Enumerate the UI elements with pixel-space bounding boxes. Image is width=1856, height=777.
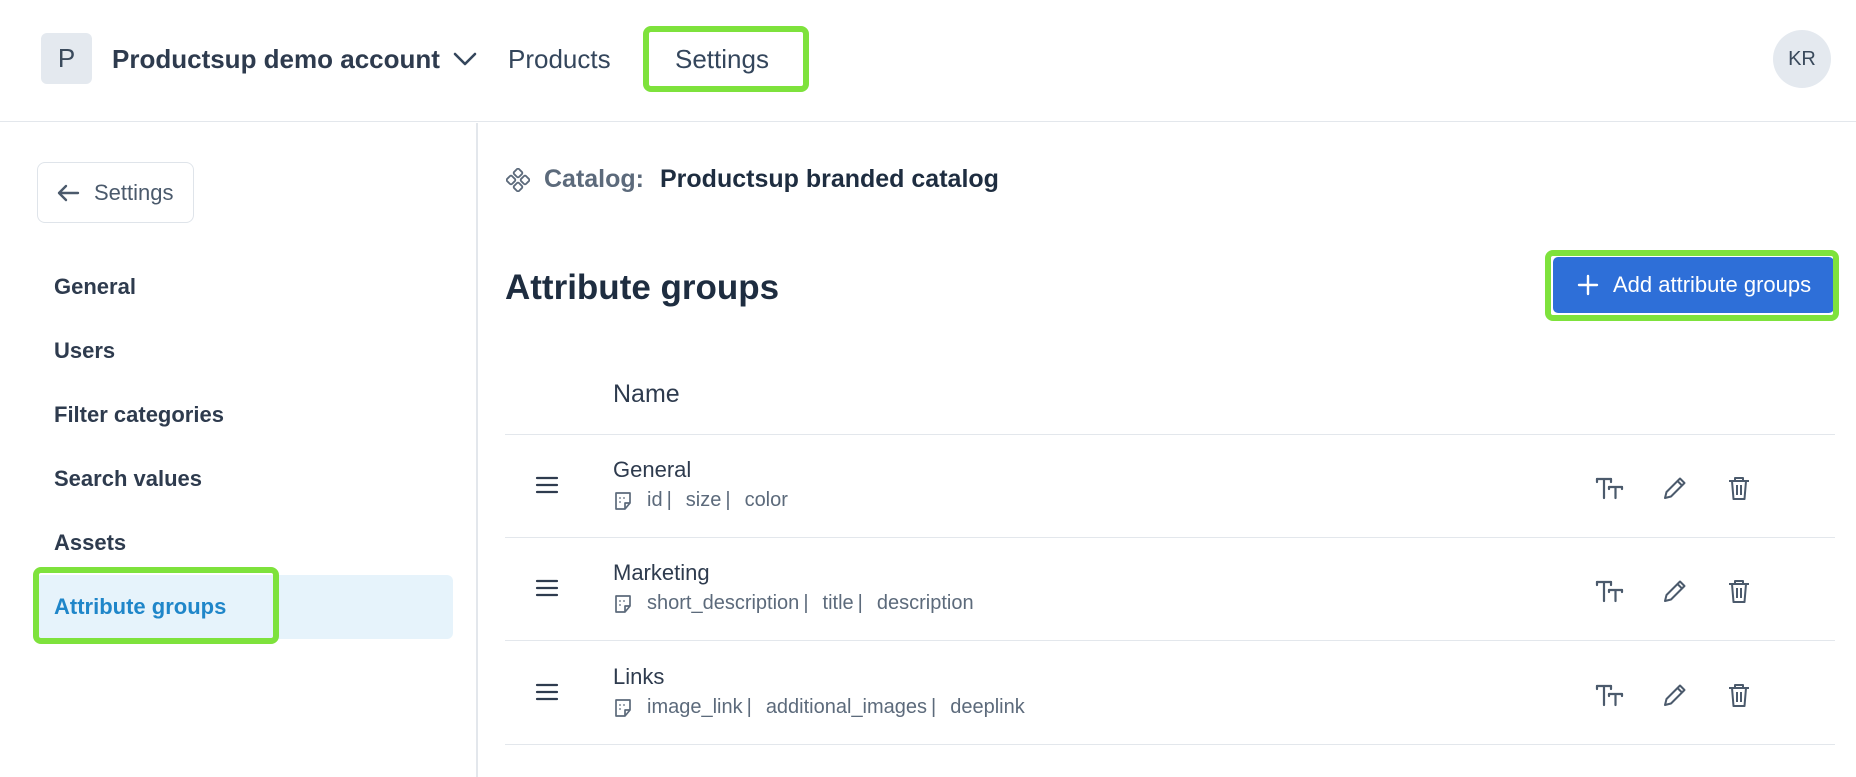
table-divider	[505, 434, 1835, 435]
top-bar: P Productsup demo account Products Setti…	[0, 0, 1856, 122]
attribute-separator: |	[666, 489, 672, 511]
catalog-header: Catalog: Productsup branded catalog	[506, 165, 999, 194]
row-attributes: id | size | color	[613, 489, 788, 512]
attribute-name: image_link	[647, 696, 743, 718]
column-header-name[interactable]: Name	[613, 380, 680, 409]
sidebar: Settings General Users Filter categories…	[0, 123, 478, 777]
text-format-icon[interactable]	[1595, 576, 1625, 606]
sidebar-item-users[interactable]: Users	[36, 319, 453, 383]
pencil-icon[interactable]	[1660, 473, 1690, 503]
table-divider	[505, 640, 1835, 641]
pencil-icon[interactable]	[1660, 680, 1690, 710]
sidebar-item-assets[interactable]: Assets	[36, 511, 453, 575]
arrow-left-icon	[57, 184, 80, 201]
catalog-icon	[506, 167, 530, 192]
attribute-name: short_description	[647, 592, 800, 614]
table-row: General id | size | color	[505, 436, 1835, 539]
drag-handle-icon[interactable]	[535, 576, 559, 600]
nav-products[interactable]: Products	[508, 44, 611, 75]
row-name: Marketing	[613, 560, 710, 585]
sticky-note-icon	[615, 698, 631, 717]
attribute-name: deeplink	[950, 696, 1025, 718]
attribute-separator: |	[931, 696, 937, 718]
catalog-name: Productsup branded catalog	[660, 165, 999, 193]
add-button-label: Add attribute groups	[1613, 272, 1812, 297]
back-to-settings-button[interactable]: Settings	[37, 162, 194, 223]
account-name[interactable]: Productsup demo account	[112, 44, 440, 75]
table-divider	[505, 744, 1835, 745]
attribute-name: title	[822, 592, 854, 614]
sticky-note-icon	[615, 491, 631, 510]
sticky-note-icon	[615, 594, 631, 613]
plus-icon	[1577, 274, 1599, 296]
attribute-name: id	[647, 489, 663, 511]
user-avatar[interactable]: KR	[1773, 30, 1831, 88]
chevron-down-icon[interactable]	[452, 46, 478, 72]
attribute-separator: |	[725, 489, 731, 511]
attribute-name: description	[876, 592, 974, 614]
drag-handle-icon[interactable]	[535, 680, 559, 704]
pencil-icon[interactable]	[1660, 576, 1690, 606]
attribute-name: size	[685, 489, 722, 511]
sidebar-item-search-values[interactable]: Search values	[36, 447, 453, 511]
attribute-name: color	[744, 489, 788, 511]
attribute-name: additional_images	[765, 696, 928, 718]
text-format-icon[interactable]	[1595, 473, 1625, 503]
account-avatar[interactable]: P	[41, 33, 92, 84]
row-attributes: short_description | title | description	[613, 592, 974, 615]
add-attribute-groups-button[interactable]: Add attribute groups	[1553, 257, 1834, 313]
attribute-separator: |	[803, 592, 809, 614]
attribute-separator: |	[857, 592, 863, 614]
sidebar-item-attribute-groups[interactable]: Attribute groups	[36, 575, 453, 639]
row-name: Links	[613, 664, 665, 689]
back-button-label: Settings	[94, 179, 174, 205]
trash-icon[interactable]	[1724, 680, 1754, 710]
catalog-label: Catalog:	[544, 165, 644, 193]
nav-settings[interactable]: Settings	[675, 44, 769, 75]
sidebar-item-general[interactable]: General	[36, 255, 453, 319]
row-name: General	[613, 457, 692, 482]
table-row: Marketing short_description | title | desc…	[505, 539, 1835, 642]
trash-icon[interactable]	[1724, 473, 1754, 503]
sidebar-item-filter-categories[interactable]: Filter categories	[36, 383, 453, 447]
table-divider	[505, 537, 1835, 538]
attribute-separator: |	[746, 696, 752, 718]
trash-icon[interactable]	[1724, 576, 1754, 606]
table-row: Links image_link | additional_images | dee…	[505, 643, 1835, 746]
text-format-icon[interactable]	[1595, 680, 1625, 710]
page-title: Attribute groups	[505, 268, 780, 307]
main-content: Catalog: Productsup branded catalog Attr…	[480, 123, 1856, 777]
row-attributes: image_link | additional_images | deeplink	[613, 696, 1025, 719]
drag-handle-icon[interactable]	[535, 473, 559, 497]
